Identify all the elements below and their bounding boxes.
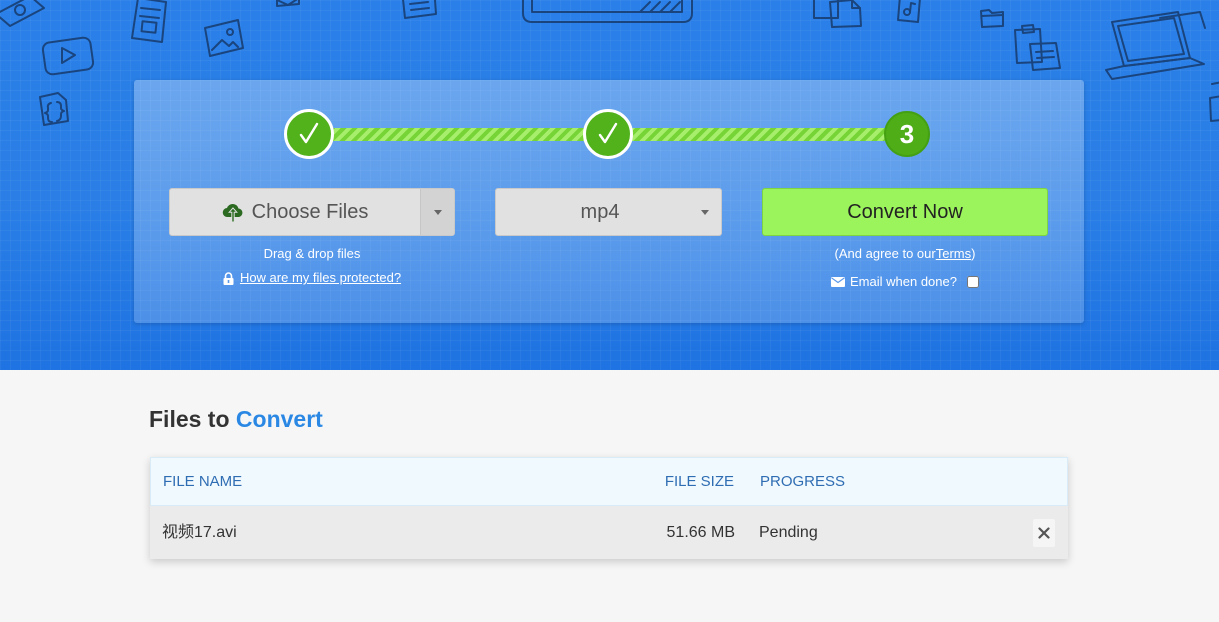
column-header-file-name: FILE NAME — [163, 473, 243, 490]
laptop-doodle-icon — [1105, 11, 1206, 80]
film-file-doodle-icon — [131, 0, 167, 43]
column-header-progress: PROGRESS — [760, 473, 846, 490]
output-format-select[interactable]: mp4 — [495, 188, 722, 236]
caret-down-icon — [701, 210, 709, 215]
choose-files-source-dropdown[interactable] — [420, 189, 454, 235]
remove-file-button[interactable] — [1033, 519, 1055, 547]
step-number: 3 — [899, 119, 915, 149]
terms-prefix: (And agree to our — [834, 246, 936, 261]
convert-now-button[interactable]: Convert Now — [762, 188, 1048, 236]
video-doodle-icon — [41, 36, 95, 76]
email-when-done-label: Email when done? — [850, 274, 957, 289]
monitor-doodle-icon — [522, 0, 693, 23]
converter-panel: 3 Choose Files Drag & drop files How are… — [134, 80, 1084, 323]
folder-doodle-icon — [980, 9, 1004, 28]
check-icon — [299, 122, 319, 144]
cloud-upload-icon — [222, 203, 243, 223]
file-name-cell: 视频17.avi — [162, 524, 237, 541]
file-protection-info: How are my files protected? — [169, 270, 455, 286]
envelope-icon — [831, 277, 846, 287]
device-doodle-icon — [1209, 81, 1219, 122]
step-2-indicator — [583, 109, 633, 159]
caret-down-icon — [433, 209, 442, 215]
clipboard-doodle-icon — [1014, 24, 1061, 71]
choose-files-label: Choose Files — [251, 200, 369, 223]
heading-accent: Convert — [235, 406, 323, 432]
file-status-cell: Pending — [759, 524, 818, 541]
lock-icon — [223, 271, 234, 285]
document-doodle-icon — [402, 0, 437, 19]
step-1-indicator — [284, 109, 334, 159]
hero-section: 3 Choose Files Drag & drop files How are… — [0, 0, 1219, 370]
check-icon — [598, 122, 618, 144]
documents-doodle-icon — [813, 0, 862, 28]
terms-agreement: (And agree to our Terms) — [762, 246, 1048, 262]
terms-link[interactable]: Terms — [936, 246, 971, 262]
table-header: FILE NAME FILE SIZE PROGRESS — [150, 457, 1068, 506]
file-protection-link[interactable]: How are my files protected? — [240, 270, 401, 286]
choose-files-button[interactable]: Choose Files — [169, 188, 455, 236]
files-heading: Files to Convert — [149, 403, 323, 435]
heading-prefix: Files to — [149, 406, 230, 432]
email-when-done-checkbox[interactable] — [966, 276, 979, 288]
choose-files-main[interactable]: Choose Files — [170, 189, 420, 235]
email-when-done: Email when done? — [762, 274, 1048, 290]
image-doodle-icon — [204, 19, 244, 57]
drag-drop-hint: Drag & drop files — [263, 246, 361, 261]
code-file-doodle-icon — [39, 92, 69, 126]
step-3-indicator: 3 — [884, 111, 930, 157]
camera-doodle-icon — [0, 0, 45, 27]
close-icon — [1038, 527, 1050, 539]
files-table: FILE NAME FILE SIZE PROGRESS 视频17.avi 51… — [150, 457, 1068, 559]
envelope-doodle-icon — [276, 0, 300, 7]
file-size-cell: 51.66 MB — [666, 524, 735, 541]
selected-format: mp4 — [580, 200, 620, 223]
files-section: Files to Convert FILE NAME FILE SIZE PRO… — [0, 370, 1219, 622]
music-file-doodle-icon — [897, 0, 921, 23]
terms-suffix: ) — [971, 246, 976, 261]
table-row: 视频17.avi 51.66 MB Pending — [150, 506, 1068, 559]
column-header-file-size: FILE SIZE — [664, 473, 734, 490]
